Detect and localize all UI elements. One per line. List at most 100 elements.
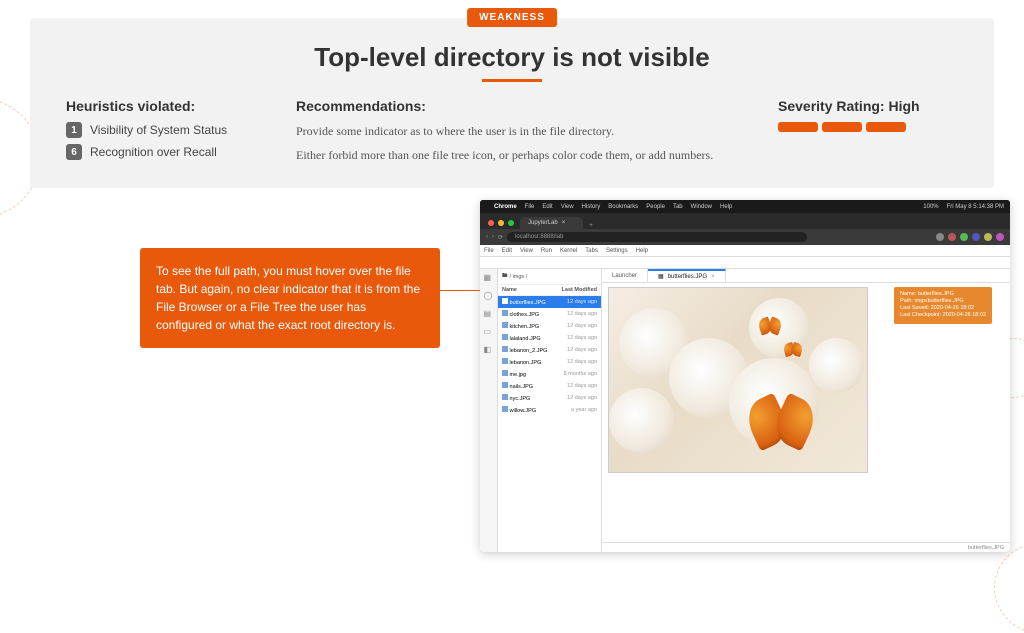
image-icon bbox=[502, 358, 508, 364]
menu-item[interactable]: Tabs bbox=[585, 248, 598, 254]
address-bar: ‹ › ⟳ localhost:8888/lab bbox=[480, 229, 1010, 245]
column-headers: Name Last Modified bbox=[498, 285, 601, 296]
annotation-callout: To see the full path, you must hover ove… bbox=[140, 248, 440, 348]
menu-item[interactable]: Edit bbox=[542, 204, 552, 210]
forward-icon[interactable]: › bbox=[492, 234, 494, 240]
jupyterlab-window: File Edit View Run Kernel Tabs Settings … bbox=[480, 245, 1010, 552]
close-icon[interactable] bbox=[488, 220, 494, 226]
status-bar: butterflies.JPG bbox=[602, 542, 1010, 552]
file-row[interactable]: nyc.JPG12 days ago bbox=[498, 392, 601, 404]
new-tab-button[interactable]: + bbox=[583, 223, 599, 229]
window-controls bbox=[486, 220, 520, 229]
jlab-toolbar bbox=[480, 257, 1010, 269]
extension-icon[interactable] bbox=[936, 233, 944, 241]
image-icon bbox=[502, 370, 508, 376]
severity-bars bbox=[778, 122, 958, 132]
tab-label: Launcher bbox=[612, 273, 637, 279]
menu-item[interactable]: View bbox=[561, 204, 574, 210]
menu-item[interactable]: Window bbox=[691, 204, 712, 210]
title-underline bbox=[482, 79, 542, 82]
file-row[interactable]: willow.JPGa year ago bbox=[498, 404, 601, 416]
activity-bar: ▦ ◯ ▤ ▭ ◧ bbox=[480, 269, 498, 552]
extension-icon[interactable] bbox=[948, 233, 956, 241]
close-icon[interactable]: × bbox=[562, 220, 566, 226]
browser-tab[interactable]: JupyterLab × bbox=[520, 217, 583, 229]
severity-bar bbox=[822, 122, 862, 132]
menu-item[interactable]: Help bbox=[636, 248, 648, 254]
breadcrumb[interactable]: 🖿 / imgs / bbox=[498, 269, 601, 285]
extension-icon[interactable] bbox=[984, 233, 992, 241]
reload-icon[interactable]: ⟳ bbox=[498, 234, 503, 241]
commands-icon[interactable]: ▤ bbox=[484, 309, 494, 319]
menu-item[interactable]: Bookmarks bbox=[608, 204, 638, 210]
severity-bar bbox=[778, 122, 818, 132]
close-icon[interactable]: × bbox=[711, 274, 715, 280]
menu-item[interactable]: Settings bbox=[606, 248, 628, 254]
image-icon bbox=[502, 298, 508, 304]
file-row[interactable]: nails.JPG12 days ago bbox=[498, 380, 601, 392]
extension-icon[interactable]: ◧ bbox=[484, 345, 494, 355]
jlab-menubar: File Edit View Run Kernel Tabs Settings … bbox=[480, 245, 1010, 257]
back-icon[interactable]: ‹ bbox=[486, 234, 488, 240]
weakness-badge: WEAKNESS bbox=[467, 8, 557, 27]
menu-item[interactable]: File bbox=[484, 248, 494, 254]
tabs-icon[interactable]: ▭ bbox=[484, 327, 494, 337]
image-icon bbox=[502, 334, 508, 340]
menu-item[interactable]: People bbox=[646, 204, 665, 210]
menu-item[interactable]: Edit bbox=[502, 248, 512, 254]
heuristic-number: 6 bbox=[66, 144, 82, 160]
name-column[interactable]: Name bbox=[502, 287, 562, 293]
severity-column: Severity Rating: High bbox=[778, 98, 958, 170]
menu-item[interactable]: Help bbox=[720, 204, 732, 210]
menu-item[interactable]: History bbox=[582, 204, 601, 210]
file-row[interactable]: lebanon_2.JPG12 days ago bbox=[498, 344, 601, 356]
content-area: Name: butterflies.JPG Path: imgs/butterf… bbox=[602, 283, 1010, 542]
evaluation-card: WEAKNESS Top-level directory is not visi… bbox=[30, 18, 994, 188]
extension-icon[interactable] bbox=[960, 233, 968, 241]
menu-item[interactable]: Kernel bbox=[560, 248, 577, 254]
menu-item[interactable]: Run bbox=[541, 248, 552, 254]
modified-column[interactable]: Last Modified bbox=[562, 287, 597, 293]
tab-butterflies[interactable]: ▦ butterflies.JPG × bbox=[648, 269, 726, 282]
file-row[interactable]: lebanon.JPG12 days ago bbox=[498, 356, 601, 368]
image-icon bbox=[502, 394, 508, 400]
folder-icon[interactable]: ▦ bbox=[484, 273, 494, 283]
file-row[interactable]: me.jpg8 months ago bbox=[498, 368, 601, 380]
extension-icon[interactable] bbox=[996, 233, 1004, 241]
image-preview[interactable] bbox=[608, 287, 868, 473]
extension-icon[interactable] bbox=[972, 233, 980, 241]
clock[interactable]: Fri May 8 5:14:38 PM bbox=[947, 204, 1004, 210]
tab-title: JupyterLab bbox=[528, 220, 558, 226]
file-row[interactable]: kitchen.JPG12 days ago bbox=[498, 320, 601, 332]
image-icon bbox=[502, 310, 508, 316]
recommendation-line: Provide some indicator as to where the u… bbox=[296, 122, 748, 140]
url-input[interactable]: localhost:8888/lab bbox=[507, 232, 807, 242]
running-icon[interactable]: ◯ bbox=[484, 291, 494, 301]
image-icon bbox=[502, 346, 508, 352]
file-row[interactable]: butterflies.JPG12 days ago bbox=[498, 296, 601, 308]
menu-item[interactable]: File bbox=[525, 204, 535, 210]
heuristic-item: 6 Recognition over Recall bbox=[66, 144, 266, 160]
file-row[interactable]: lalaland.JPG12 days ago bbox=[498, 332, 601, 344]
menu-item[interactable]: Tab bbox=[673, 204, 683, 210]
file-tooltip: Name: butterflies.JPG Path: imgs/butterf… bbox=[894, 287, 992, 324]
maximize-icon[interactable] bbox=[508, 220, 514, 226]
heuristic-text: Visibility of System Status bbox=[90, 123, 227, 137]
app-name[interactable]: Chrome bbox=[494, 204, 517, 210]
main-pane: Launcher ▦ butterflies.JPG × Name: butte… bbox=[602, 269, 1010, 552]
chrome-tab-strip: JupyterLab × + bbox=[480, 213, 1010, 229]
menu-item[interactable]: View bbox=[520, 248, 533, 254]
tab-launcher[interactable]: Launcher bbox=[602, 269, 648, 282]
mac-menubar[interactable]: Chrome File Edit View History Bookmarks … bbox=[480, 200, 1010, 213]
recommendations-label: Recommendations: bbox=[296, 98, 748, 114]
folder-icon: 🖿 bbox=[502, 272, 508, 281]
image-icon: ▦ bbox=[658, 273, 664, 280]
file-row[interactable]: clothes.JPG12 days ago bbox=[498, 308, 601, 320]
minimize-icon[interactable] bbox=[498, 220, 504, 226]
app-screenshot: Chrome File Edit View History Bookmarks … bbox=[480, 200, 1010, 552]
wifi-indicator[interactable]: 100% bbox=[923, 204, 938, 210]
recommendation-line: Either forbid more than one file tree ic… bbox=[296, 146, 748, 164]
heuristic-item: 1 Visibility of System Status bbox=[66, 122, 266, 138]
image-icon bbox=[502, 382, 508, 388]
status-filename: butterflies.JPG bbox=[968, 545, 1004, 551]
